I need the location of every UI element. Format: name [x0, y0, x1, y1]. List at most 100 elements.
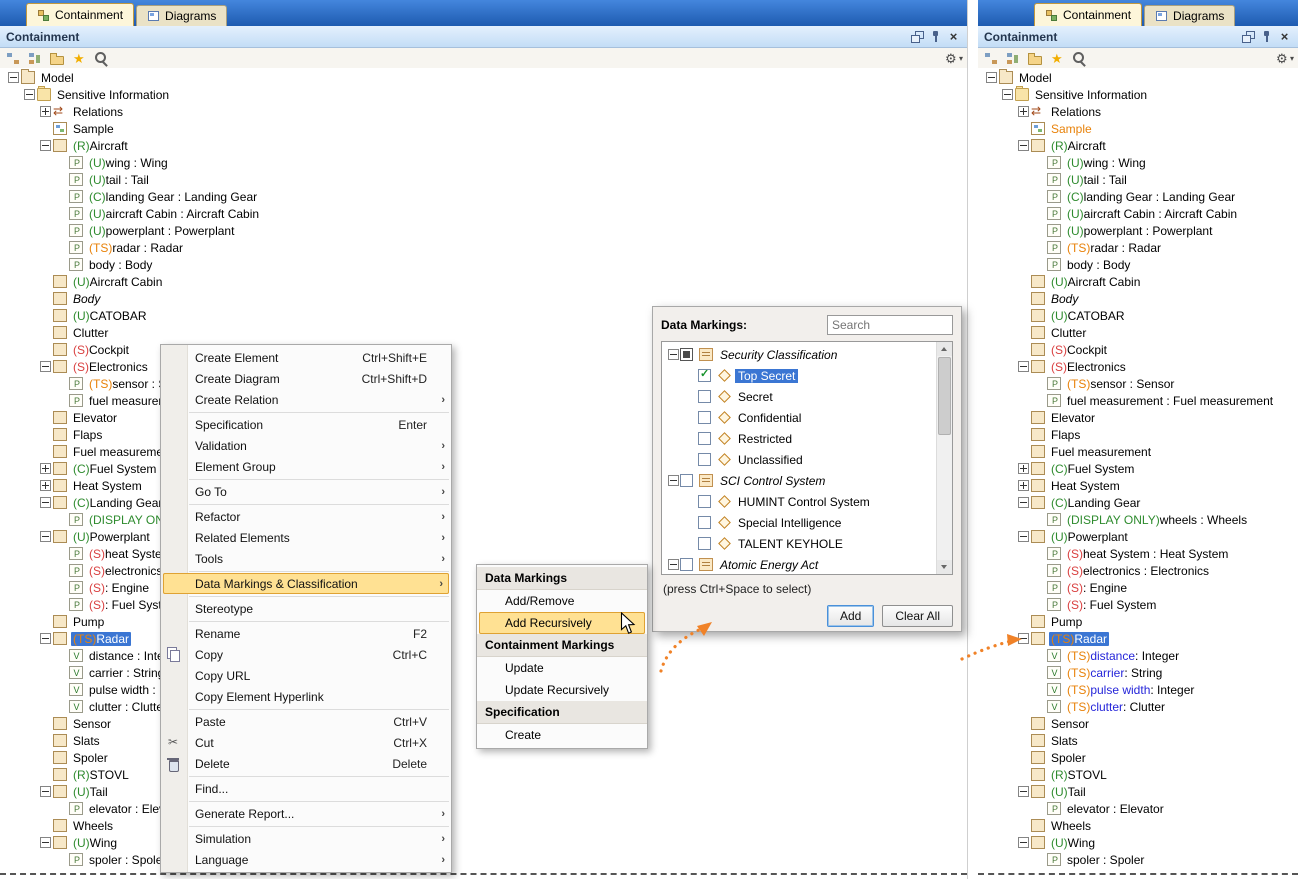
tree-row[interactable]: (U) powerplant : Powerplant [0, 222, 967, 239]
tree-expander-minus[interactable] [1018, 361, 1029, 372]
tree-expander-minus[interactable] [1018, 837, 1029, 848]
menu-item-related-elements[interactable]: Related Elements [161, 527, 451, 548]
tree-row[interactable]: body : Body [0, 256, 967, 273]
tree-expander-minus[interactable] [668, 475, 679, 486]
tree-row[interactable]: (C) Fuel System [978, 460, 1298, 477]
tree-expander-minus[interactable] [986, 72, 997, 83]
tree-row[interactable]: (S) : Fuel System [978, 596, 1298, 613]
scrollbar-down-icon[interactable] [937, 560, 952, 574]
checkbox-unchecked[interactable] [698, 516, 711, 529]
menu-item-copy-url[interactable]: Copy URL [161, 665, 451, 686]
tree-row[interactable]: (R) STOVL [0, 766, 967, 783]
tree-row[interactable]: (U) Wing [0, 834, 967, 851]
tree-expander-minus[interactable] [8, 72, 19, 83]
tree-row[interactable]: (C) landing Gear : Landing Gear [0, 188, 967, 205]
checkbox-unchecked[interactable] [680, 558, 693, 571]
tree-row[interactable]: Wheels [0, 817, 967, 834]
tree-row[interactable]: Flaps [978, 426, 1298, 443]
tree-expander-minus[interactable] [1018, 633, 1029, 644]
tree-row[interactable]: (U) aircraft Cabin : Aircraft Cabin [978, 205, 1298, 222]
tree-row[interactable]: (S) : Engine [978, 579, 1298, 596]
checkbox-unchecked[interactable] [698, 432, 711, 445]
tree-row[interactable]: elevator : Elevator [978, 800, 1298, 817]
tree-row[interactable]: (U) wing : Wing [0, 154, 967, 171]
tree-row[interactable]: (U) tail : Tail [978, 171, 1298, 188]
tree-row[interactable]: Pump [978, 613, 1298, 630]
menu-item-copy-element-hyperlink[interactable]: Copy Element Hyperlink [161, 686, 451, 707]
open-icon[interactable] [48, 50, 68, 68]
float-icon[interactable] [910, 30, 925, 44]
menu-item-specification[interactable]: SpecificationEnter [161, 414, 451, 435]
collapse-icon[interactable] [4, 50, 24, 68]
open-icon[interactable] [1026, 50, 1046, 68]
dialog-scrollbar[interactable] [936, 342, 952, 574]
tree-row[interactable]: Wheels [978, 817, 1298, 834]
settings-icon[interactable] [943, 50, 963, 68]
menu-item-find[interactable]: Find... [161, 778, 451, 799]
tree-expander-minus[interactable] [40, 786, 51, 797]
tree-expander-minus[interactable] [40, 140, 51, 151]
menu-item-refactor[interactable]: Refactor [161, 506, 451, 527]
dialog-search-input[interactable] [827, 315, 953, 335]
tree-row[interactable]: (U) Wing [978, 834, 1298, 851]
tree-row[interactable]: Spoler [0, 749, 967, 766]
menu-item-copy[interactable]: CopyCtrl+C [161, 644, 451, 665]
tree-expander-minus[interactable] [40, 837, 51, 848]
tree-row[interactable]: Sample [978, 120, 1298, 137]
tree-row[interactable]: (U) tail : Tail [0, 171, 967, 188]
tree-row[interactable]: Clutter [978, 324, 1298, 341]
tree-row[interactable]: (DISPLAY ONLY) wheels : Wheels [978, 511, 1298, 528]
submenu-item-create[interactable]: Create [477, 724, 647, 746]
tree-expander-minus[interactable] [1018, 497, 1029, 508]
checkbox-unchecked[interactable] [698, 411, 711, 424]
marking-row[interactable]: HUMINT Control System [662, 491, 937, 512]
tree-row[interactable]: Sample [0, 120, 967, 137]
tree-row[interactable]: body : Body [978, 256, 1298, 273]
scrollbar-thumb[interactable] [938, 357, 951, 435]
tree-row[interactable]: (U) Aircraft Cabin [978, 273, 1298, 290]
menu-item-cut[interactable]: CutCtrl+X [161, 732, 451, 753]
add-button[interactable]: Add [827, 605, 874, 627]
marking-row[interactable]: Atomic Energy Act [662, 554, 937, 574]
collapse-icon[interactable] [982, 50, 1002, 68]
clear-all-button[interactable]: Clear All [882, 605, 953, 627]
tree-row[interactable]: (S) heat System : Heat System [978, 545, 1298, 562]
tree-row[interactable]: spoler : Spoler [978, 851, 1298, 868]
tree-expander-plus[interactable] [40, 463, 51, 474]
menu-item-simulation[interactable]: Simulation [161, 828, 451, 849]
tree-row[interactable]: Relations [978, 103, 1298, 120]
settings-icon[interactable] [1274, 50, 1294, 68]
checkbox-unchecked[interactable] [680, 474, 693, 487]
marking-row[interactable]: Special Intelligence [662, 512, 937, 533]
tree-row[interactable]: Fuel measurement [978, 443, 1298, 460]
tab-containment[interactable]: Containment [1034, 3, 1142, 26]
tree-row[interactable]: Elevator [978, 409, 1298, 426]
menu-item-paste[interactable]: PasteCtrl+V [161, 711, 451, 732]
tree-expander-plus[interactable] [1018, 463, 1029, 474]
menu-item-tools[interactable]: Tools [161, 548, 451, 569]
tree-row[interactable]: (TS) Radar [978, 630, 1298, 647]
tree-row[interactable]: (R) Aircraft [0, 137, 967, 154]
tree-row[interactable]: (U) Tail [978, 783, 1298, 800]
marking-row[interactable]: Unclassified [662, 449, 937, 470]
tree-row[interactable]: (U) Powerplant [978, 528, 1298, 545]
tree-row[interactable]: (C) Landing Gear [978, 494, 1298, 511]
tree-row[interactable]: Relations [0, 103, 967, 120]
tree-row[interactable]: (TS) carrier : String [978, 664, 1298, 681]
pin-icon[interactable] [1259, 30, 1274, 44]
tree-expander-minus[interactable] [668, 349, 679, 360]
tree-row[interactable]: Sensor [978, 715, 1298, 732]
tree-row[interactable]: (U) powerplant : Powerplant [978, 222, 1298, 239]
marking-row[interactable]: Top Secret [662, 365, 937, 386]
menu-item-stereotype[interactable]: Stereotype [161, 598, 451, 619]
tree-expander-plus[interactable] [40, 480, 51, 491]
tree-row[interactable]: Body [0, 290, 967, 307]
tree-expander-plus[interactable] [1018, 106, 1029, 117]
tab-diagrams[interactable]: Diagrams [1144, 5, 1235, 26]
tree-expander-minus[interactable] [40, 633, 51, 644]
tree-row[interactable]: (U) wing : Wing [978, 154, 1298, 171]
tree-row[interactable]: Slats [978, 732, 1298, 749]
tree-expander-minus[interactable] [40, 361, 51, 372]
tree-row[interactable]: Body [978, 290, 1298, 307]
tree-row[interactable]: (U) CATOBAR [978, 307, 1298, 324]
